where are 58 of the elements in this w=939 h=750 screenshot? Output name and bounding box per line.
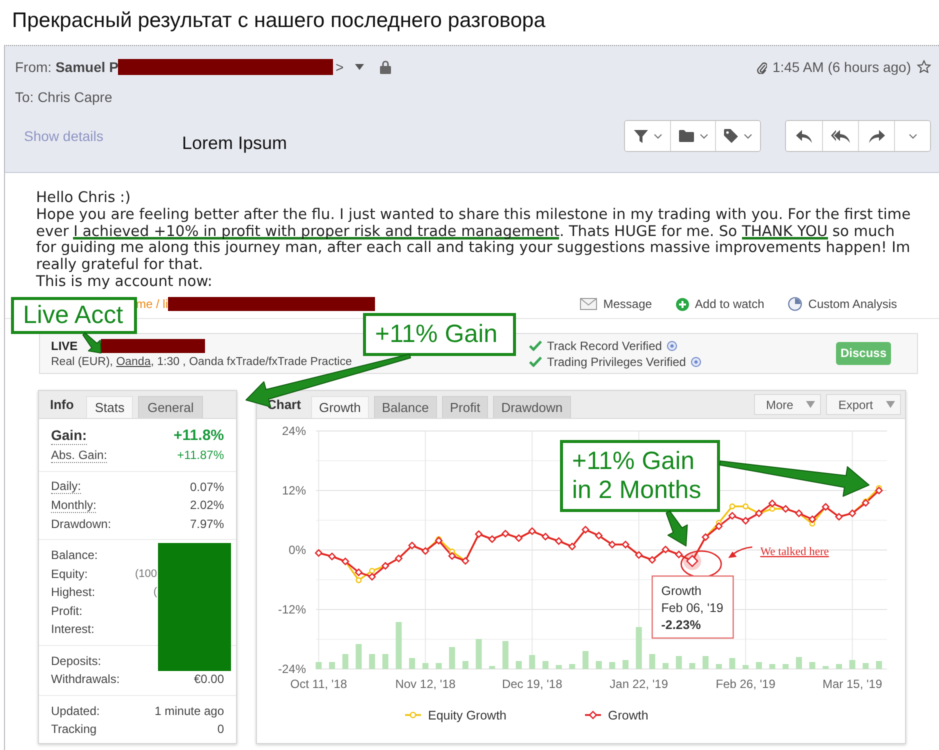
legend-label: Equity Growth: [428, 708, 507, 722]
stat-label: Daily:: [51, 479, 82, 494]
stat-label: Monthly:: [51, 498, 96, 513]
stat-value: +11.8%: [174, 427, 224, 444]
sender-text: From: Samuel P: [15, 58, 118, 74]
stat-value: 1 minute ago: [154, 704, 224, 718]
tooltip-value: -2.23%: [661, 618, 701, 632]
stat-value: 7.97%: [190, 516, 224, 531]
legend-label: Growth: [608, 708, 648, 722]
stat-label: Gain:: [51, 426, 87, 444]
axis-label: Mar 15, '19: [822, 677, 882, 691]
axis-label: 12%: [282, 484, 306, 498]
callout: +11% Gain: [363, 313, 516, 356]
stat-label: Withdrawals:: [51, 672, 120, 686]
axis-label: 24%: [282, 424, 306, 438]
stat-label: Highest:: [51, 585, 96, 600]
message-text: Hope you are feeling better after the flu. I just wanted to share this milestone in my trading with you. For the first time ever I achieved +10% in profit with proper risk and trade management. Thats HUGE for me. So THANK YOU so much for guiding me along this journey man, after each call and taking your suggestions massive improvements happen! Im really grateful for that.: [36, 206, 912, 274]
stat-label: Interest:: [51, 622, 94, 636]
greeting-text: Hello Chris :): [36, 190, 132, 207]
callout: +11% Gain in 2 Months: [560, 440, 720, 512]
axis-label: Oct 11, '18: [290, 677, 348, 691]
axis-label: -12%: [278, 602, 306, 616]
stat-label: Deposits:: [51, 654, 102, 668]
stat-value: 0: [217, 722, 224, 736]
stat-value: +11.87%: [177, 448, 224, 462]
callout: Live Acct: [11, 297, 137, 334]
stat-label: Abs. Gain:: [51, 448, 108, 463]
timestamp: 1:45 AM (6 hours ago): [772, 58, 911, 74]
stat-value: €0.00: [194, 672, 224, 686]
verification-label: Track Record Verified: [547, 338, 662, 352]
account-type: LIVE: [51, 339, 78, 353]
panel-title: Info: [50, 397, 74, 412]
stat-label: Drawdown:: [51, 516, 112, 531]
overlay-text: Lorem Ipsum: [182, 133, 288, 154]
stat-label: Tracking: [51, 722, 97, 736]
axis-label: Dec 19, '18: [502, 677, 562, 691]
axis-label: -24%: [278, 662, 306, 676]
axis-label: 0%: [288, 543, 306, 557]
stat-label: Updated:: [51, 704, 100, 718]
message-text: This is my account now:: [36, 274, 214, 291]
stat-value: 0.07%: [190, 480, 224, 494]
axis-label: Feb 26, '19: [716, 677, 776, 691]
stat-label: Profit:: [51, 604, 82, 618]
axis-label: Jan 22, '19: [610, 677, 668, 691]
stat-label: Equity:: [51, 566, 88, 581]
verification-label: Trading Privileges Verified: [547, 354, 686, 368]
axis-label: Nov 12, '18: [395, 677, 456, 691]
stat-label: Balance:: [51, 548, 98, 562]
recipient-text: To: Chris Capre: [15, 89, 112, 106]
stat-value: (: [153, 586, 157, 598]
stat-value: 2.02%: [190, 498, 224, 512]
tooltip-date: Feb 06, '19: [661, 601, 724, 616]
stat-value: (100: [134, 568, 157, 580]
tooltip-title: Growth: [661, 584, 702, 598]
caption-title: Прекрасный результат с нашего последнего разговора: [12, 8, 546, 34]
note-text: We talked here: [760, 546, 829, 558]
address-end-text: >: [335, 58, 344, 74]
account-details: Real (EUR), Oanda, 1:30 , Oanda fxTrade/fxTrade Practice: [51, 354, 352, 368]
